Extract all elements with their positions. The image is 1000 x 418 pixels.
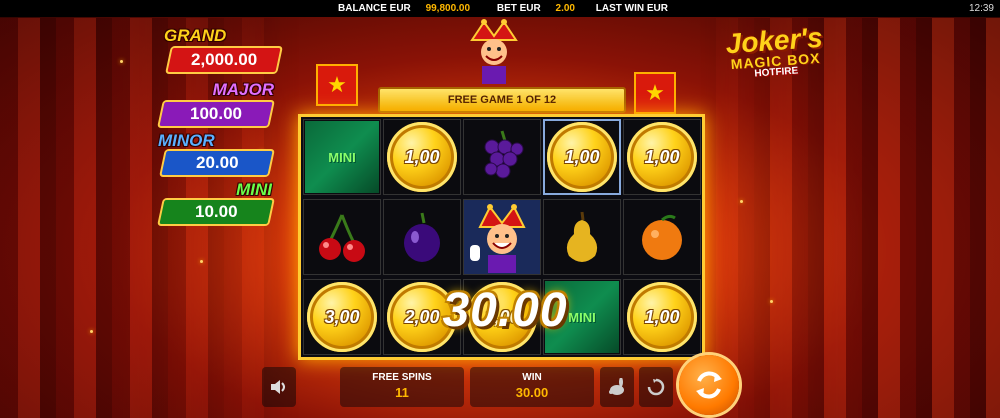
joker-mascot-icon — [470, 19, 518, 84]
jackpot-minor-box: 20.00 — [159, 149, 275, 177]
jackpot-minor: MINOR 20.00 — [156, 131, 276, 177]
sound-icon — [271, 380, 285, 394]
spark — [770, 300, 773, 303]
reel-cell — [623, 199, 701, 275]
spin-button[interactable] — [679, 355, 739, 415]
jackpot-major-box: 100.00 — [157, 100, 275, 128]
coin-symbol: 1,00 — [627, 122, 697, 192]
grapes-icon — [484, 130, 524, 179]
mini-symbol: MINI — [305, 121, 379, 193]
reel-cell — [463, 119, 541, 195]
game-logo: Joker's MAGIC BOX HOTFIRE — [708, 22, 841, 83]
bet-label: BET EUR — [496, 3, 541, 14]
autoplay-button[interactable] — [639, 367, 673, 407]
jackpot-mini-label: MINI — [236, 180, 272, 199]
pear-icon — [566, 211, 598, 262]
win-value: 30.00 — [515, 385, 549, 400]
free-spins-panel: FREE SPINS 11 — [340, 367, 464, 407]
reel-cell: MINI — [303, 119, 381, 195]
spark — [200, 260, 203, 263]
balance-label: BALANCE EUR — [338, 3, 411, 14]
win-label: WIN — [522, 372, 542, 383]
jackpot-grand-label: GRAND — [164, 26, 227, 45]
turbo-rabbit-icon — [609, 378, 624, 395]
clock: 12:39 — [968, 3, 994, 14]
autoplay-icon — [647, 378, 665, 396]
reel-cell — [463, 199, 541, 275]
reel-cell — [543, 199, 621, 275]
coin-symbol: 3,00 — [307, 282, 377, 352]
reel-cell: 3,00 — [303, 279, 381, 355]
last-win-label: LAST WIN EUR — [595, 3, 668, 14]
jackpot-minor-label: MINOR — [158, 131, 215, 150]
jackpot-grand: GRAND 2,000.00 — [160, 26, 285, 74]
reel-cell: 1,00 — [623, 279, 701, 355]
free-spins-label: FREE SPINS — [372, 372, 432, 383]
win-panel: WIN 30.00 — [470, 367, 594, 407]
orange-icon — [642, 214, 682, 260]
spark — [90, 330, 93, 333]
coin-symbol: 1,00 — [387, 122, 457, 192]
jackpot-major: MAJOR 100.00 — [157, 80, 278, 128]
gift-box-left-icon: ★ — [316, 64, 358, 106]
balance-value: 99,800.00 — [425, 3, 471, 14]
reel-cell — [303, 199, 381, 275]
jackpot-grand-value: 2,000.00 — [190, 50, 258, 69]
free-spins-value: 11 — [395, 385, 409, 400]
free-game-ribbon: FREE GAME 1 OF 12 — [378, 87, 626, 113]
joker-symbol-icon — [470, 204, 526, 273]
turbo-button[interactable] — [600, 367, 634, 407]
jackpot-mini-box: 10.00 — [157, 198, 275, 226]
coin-symbol: 1,00 — [547, 122, 617, 192]
jackpot-mini: MINI 10.00 — [156, 180, 276, 226]
plum-icon — [404, 212, 440, 262]
spin-icon — [696, 371, 722, 399]
cherries-icon — [319, 214, 365, 262]
reel-cell: 1,00 — [543, 119, 621, 195]
jackpot-major-value: 100.00 — [190, 104, 242, 123]
spark — [120, 60, 123, 63]
bet-value: 2.00 — [555, 3, 575, 14]
jackpot-minor-value: 20.00 — [195, 153, 239, 172]
sound-button[interactable] — [262, 367, 296, 407]
top-status-bar: BALANCE EUR 99,800.00 BET EUR 2.00 LAST … — [0, 0, 1000, 17]
gift-box-right-icon: ★ — [634, 72, 676, 114]
jackpot-mini-value: 10.00 — [194, 202, 238, 221]
reel-cell: 1,00 — [623, 119, 701, 195]
coin-symbol: 1,00 — [627, 282, 697, 352]
reel-cell — [383, 199, 461, 275]
spark — [740, 200, 743, 203]
jackpot-major-label: MAJOR — [212, 80, 274, 99]
win-amount-overlay: 30.00 — [442, 284, 568, 337]
reel-cell: 1,00 — [383, 119, 461, 195]
jackpot-grand-box: 2,000.00 — [165, 46, 283, 74]
